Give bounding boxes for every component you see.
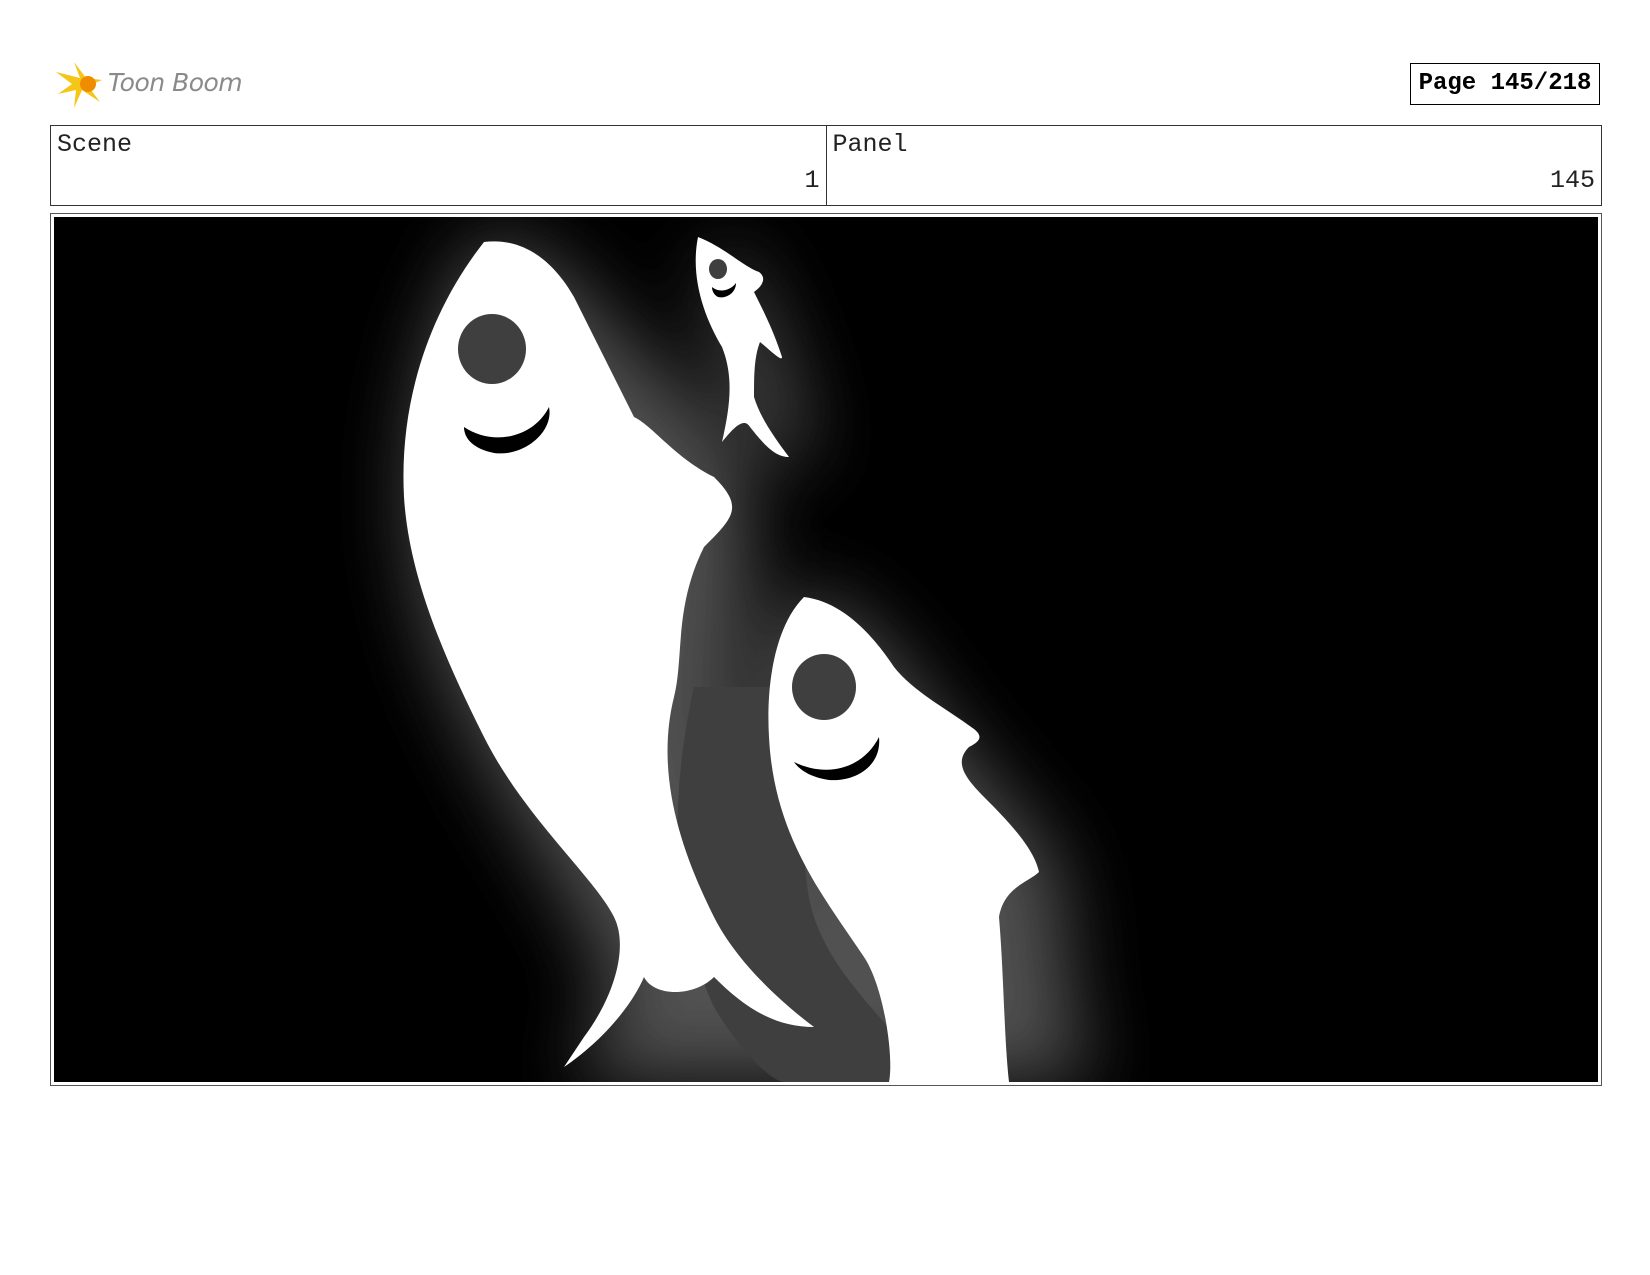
scene-label: Scene <box>57 130 133 159</box>
toon-boom-logo: Toon Boom <box>54 58 264 114</box>
page-number: Page 145/218 <box>1410 63 1600 105</box>
scene-cell: Scene 1 <box>51 126 826 205</box>
scene-panel-info: Scene 1 Panel 145 <box>50 125 1602 206</box>
panel-frame <box>50 213 1602 1086</box>
logo-text: Toon Boom <box>108 68 243 97</box>
panel-value: 145 <box>1549 166 1595 195</box>
panel-image <box>54 217 1598 1082</box>
panel-cell: Panel 145 <box>825 126 1602 205</box>
scene-value: 1 <box>804 166 820 195</box>
panel-label: Panel <box>832 130 908 159</box>
fish-silhouettes-illustration <box>54 217 1598 1082</box>
starburst-icon <box>56 62 102 108</box>
